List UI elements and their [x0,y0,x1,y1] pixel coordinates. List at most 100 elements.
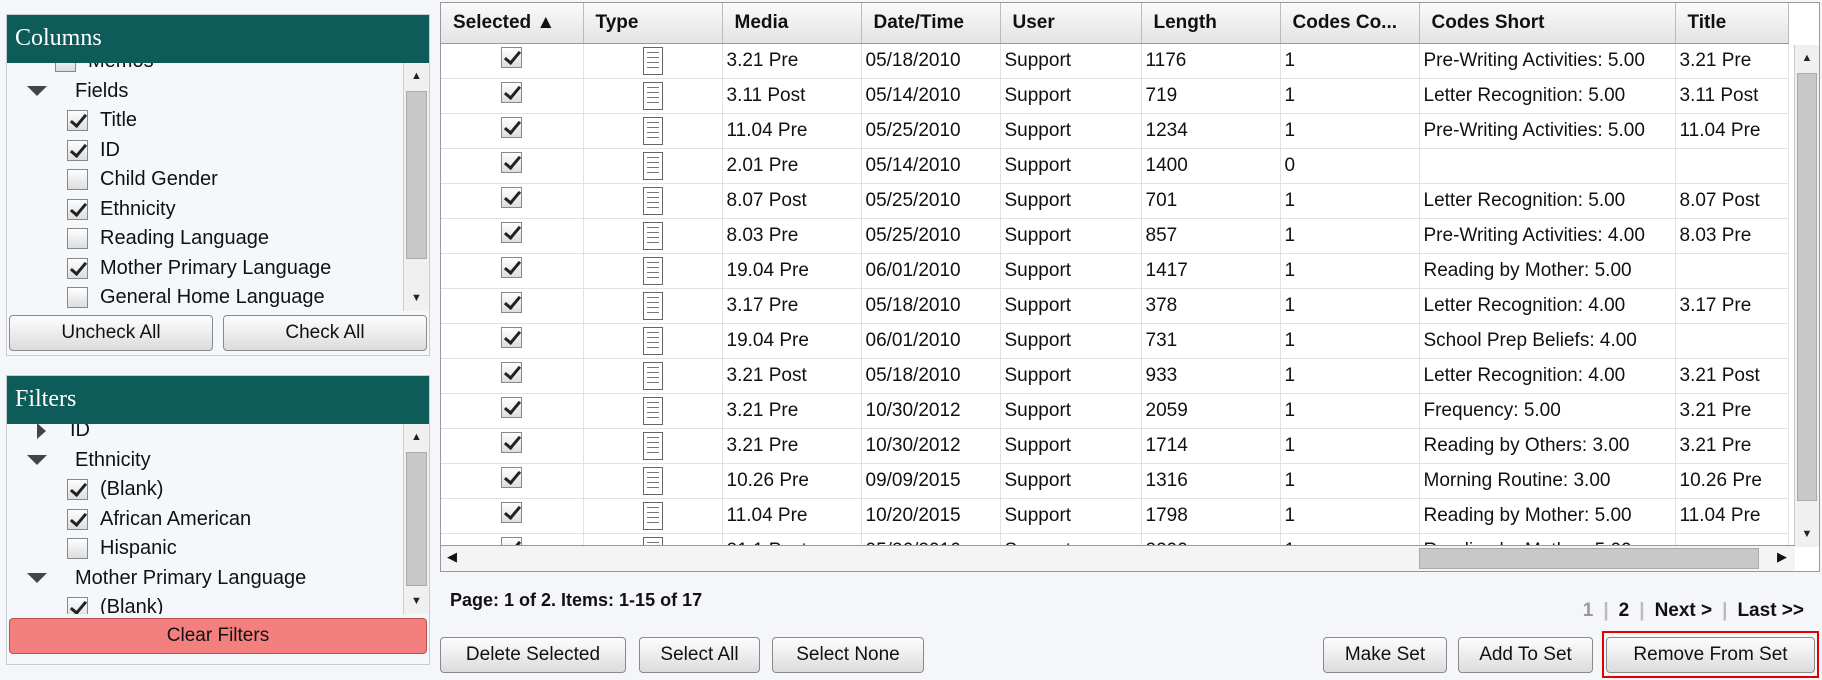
select-all-button[interactable]: Select All [639,637,760,673]
selected-cell[interactable] [441,183,584,219]
checkbox[interactable] [67,287,88,309]
tree-group[interactable]: Ethnicity [7,446,403,476]
selected-checkbox[interactable] [501,362,523,383]
tree-checkbox-item[interactable]: Mother Primary Language [7,254,403,284]
selected-cell[interactable] [441,498,584,534]
column-header[interactable]: Media [722,3,862,44]
clear-filters-button[interactable]: Clear Filters [9,618,427,654]
checkbox[interactable] [67,508,88,530]
table-horizontal-scrollbar[interactable]: ◀ ▶ [441,545,1795,571]
expanded-triangle-icon[interactable] [27,455,47,466]
selected-checkbox[interactable] [501,187,523,208]
selected-cell[interactable] [441,253,584,289]
selected-checkbox[interactable] [501,117,523,138]
column-header[interactable]: Codes Short [1419,3,1676,44]
scroll-thumb[interactable] [406,452,427,586]
column-header[interactable]: User [1000,3,1142,44]
table-row[interactable]: 3.11 Post 05/14/2010 Support 719 1 Letter Rec… [441,78,1789,114]
selected-cell[interactable] [441,288,584,324]
column-header[interactable]: Date/Time [861,3,1001,44]
table-row[interactable]: 3.21 Post 05/18/2010 Support 933 1 Letter Rec… [441,358,1789,394]
last-page-link[interactable]: Last >> [1737,600,1804,622]
checkbox[interactable] [67,139,88,161]
table-vertical-scrollbar[interactable]: ▲ ▼ [1794,45,1819,547]
add-to-set-button[interactable]: Add To Set [1458,637,1593,673]
column-header[interactable]: Type [583,3,723,44]
scroll-down-icon[interactable]: ▼ [404,285,429,311]
checkbox[interactable] [67,538,88,560]
table-row[interactable]: 2.01 Pre 05/14/2010 Support 1400 0 [441,148,1789,184]
tree-checkbox-item[interactable]: Memos [7,63,403,77]
columns-scrollbar[interactable]: ▲ ▼ [403,63,429,311]
tree-checkbox-item[interactable]: General Home Language [7,283,403,311]
column-header[interactable]: Selected ▲ [441,3,584,44]
scroll-thumb[interactable] [1419,548,1759,569]
tree-checkbox-item[interactable]: (Blank) [7,475,403,505]
next-page-link[interactable]: Next > [1655,600,1713,622]
tree-checkbox-item[interactable]: Reading Language [7,224,403,254]
selected-cell[interactable] [441,428,584,464]
selected-checkbox[interactable] [501,82,523,103]
make-set-button[interactable]: Make Set [1323,637,1447,673]
selected-cell[interactable] [441,218,584,254]
column-header[interactable]: Title [1675,3,1789,44]
tree-checkbox-item[interactable]: ID [7,136,403,166]
check-all-button[interactable]: Check All [223,315,427,351]
scroll-up-icon[interactable]: ▲ [404,424,429,450]
selected-cell[interactable] [441,393,584,429]
selected-checkbox[interactable] [501,432,523,453]
expanded-triangle-icon[interactable] [27,573,47,584]
checkbox[interactable] [55,63,76,73]
checkbox[interactable] [67,228,88,250]
selected-checkbox[interactable] [501,47,523,68]
scroll-up-icon[interactable]: ▲ [404,63,429,89]
tree-checkbox-item[interactable]: Hispanic [7,534,403,564]
selected-checkbox[interactable] [501,222,523,243]
selected-cell[interactable] [441,323,584,359]
table-row[interactable]: 8.07 Post 05/25/2010 Support 701 1 Letter Rec… [441,183,1789,219]
table-row[interactable]: 11.04 Pre 10/20/2015 Support 1798 1 Reading b… [441,498,1789,534]
tree-checkbox-item[interactable]: Child Gender [7,165,403,195]
table-row[interactable]: 8.03 Pre 05/25/2010 Support 857 1 Pre-Writing… [441,218,1789,254]
selected-cell[interactable] [441,113,584,149]
checkbox[interactable] [67,257,88,279]
tree-checkbox-item[interactable]: Title [7,106,403,136]
selected-cell[interactable] [441,43,584,79]
selected-checkbox[interactable] [501,467,523,488]
remove-from-set-button[interactable]: Remove From Set [1606,637,1815,673]
scroll-left-icon[interactable]: ◀ [447,549,457,565]
tree-checkbox-item[interactable]: African American [7,505,403,535]
checkbox[interactable] [67,597,88,614]
table-row[interactable]: 19.04 Pre 06/01/2010 Support 1417 1 Reading b… [441,253,1789,289]
table-row[interactable]: 11.04 Pre 05/25/2010 Support 1234 1 Pre-Writi… [441,113,1789,149]
selected-checkbox[interactable] [501,327,523,348]
checkbox[interactable] [67,198,88,220]
table-row[interactable]: 3.21 Pre 05/18/2010 Support 1176 1 Pre-Writin… [441,43,1789,79]
checkbox[interactable] [67,169,88,191]
selected-checkbox[interactable] [501,257,523,278]
tree-checkbox-item[interactable]: Ethnicity [7,195,403,225]
table-row[interactable]: 3.17 Pre 05/18/2010 Support 378 1 Letter Reco… [441,288,1789,324]
selected-cell[interactable] [441,463,584,499]
table-row[interactable]: 3.21 Pre 10/30/2012 Support 2059 1 Frequency:… [441,393,1789,429]
page-1-link[interactable]: 1 [1583,600,1594,622]
table-row[interactable]: 10.26 Pre 09/09/2015 Support 1316 1 Morning R… [441,463,1789,499]
column-header[interactable]: Codes Co... [1280,3,1420,44]
scroll-down-icon[interactable]: ▼ [1795,521,1819,547]
collapsed-triangle-icon[interactable] [37,424,46,439]
selected-checkbox[interactable] [501,397,523,418]
checkbox[interactable] [67,479,88,501]
scroll-up-icon[interactable]: ▲ [1795,45,1819,71]
filters-scrollbar[interactable]: ▲ ▼ [403,424,429,614]
scroll-thumb[interactable] [1797,73,1817,501]
selected-checkbox[interactable] [501,292,523,313]
checkbox[interactable] [67,110,88,132]
table-row[interactable]: 3.21 Pre 10/30/2012 Support 1714 1 Reading by… [441,428,1789,464]
selected-checkbox[interactable] [501,152,523,173]
delete-selected-button[interactable]: Delete Selected [440,637,626,673]
selected-checkbox[interactable] [501,502,523,523]
scroll-down-icon[interactable]: ▼ [404,588,429,614]
tree-checkbox-item[interactable]: (Blank) [7,593,403,614]
scroll-thumb[interactable] [406,91,427,259]
selected-cell[interactable] [441,78,584,114]
